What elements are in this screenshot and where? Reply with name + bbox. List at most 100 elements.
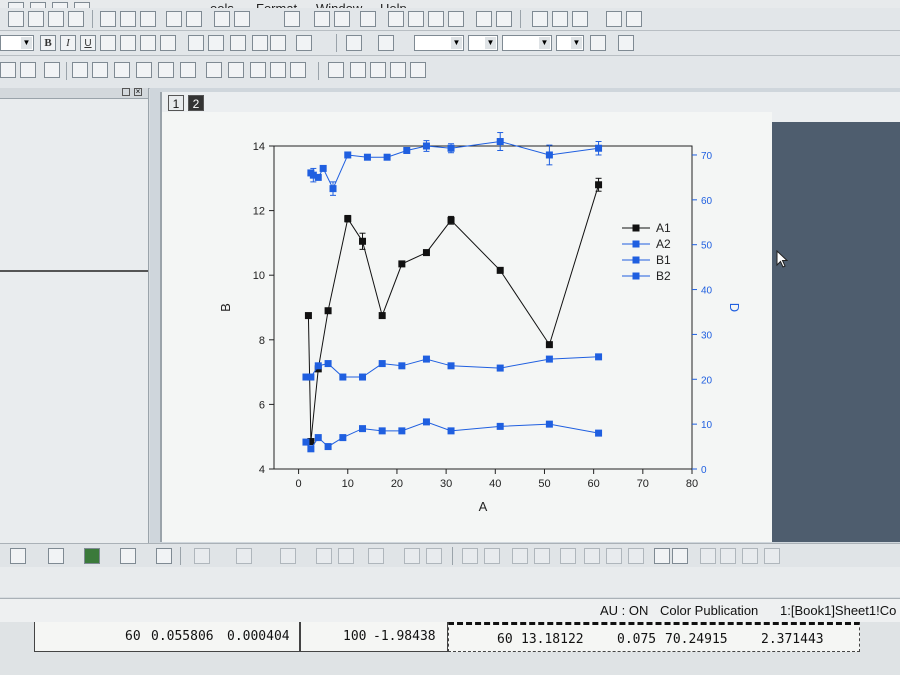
paste-icon[interactable] xyxy=(572,11,588,27)
plot-3d-icon[interactable] xyxy=(194,548,210,564)
table-view-icon[interactable] xyxy=(206,62,222,78)
symbol-size-combo[interactable]: ▼ xyxy=(556,35,584,51)
import-icon[interactable] xyxy=(120,11,136,27)
bold-button[interactable]: B xyxy=(40,35,56,51)
grid-view-icon[interactable] xyxy=(250,62,266,78)
plot-contour-icon[interactable] xyxy=(280,548,296,564)
toolbar-separator xyxy=(520,10,521,28)
font-color-icon[interactable] xyxy=(296,35,312,51)
fill-color-icon[interactable] xyxy=(346,35,362,51)
table-icon[interactable] xyxy=(290,62,306,78)
panel-menu-icon[interactable] xyxy=(122,88,130,96)
graph-type-icon[interactable] xyxy=(10,548,26,564)
greek-icon[interactable] xyxy=(160,35,176,51)
zoom-icon[interactable] xyxy=(350,62,366,78)
plot-radar-icon[interactable] xyxy=(584,548,600,564)
export-icon[interactable] xyxy=(214,11,230,27)
duplicate-icon[interactable] xyxy=(314,11,330,27)
subscript-icon[interactable] xyxy=(120,35,136,51)
script-window-icon[interactable] xyxy=(408,11,424,27)
plot-multi-panel-icon[interactable] xyxy=(654,548,670,564)
copy-icon[interactable] xyxy=(552,11,568,27)
add-app-icon[interactable] xyxy=(476,11,492,27)
copy-page-icon[interactable] xyxy=(234,11,250,27)
layer-tab-2[interactable]: 2 xyxy=(188,95,204,111)
decrease-font-icon[interactable] xyxy=(208,35,224,51)
align-center-icon[interactable] xyxy=(252,35,268,51)
excel-icon[interactable] xyxy=(68,11,84,27)
right-align-object-icon[interactable] xyxy=(92,62,108,78)
plot-extract-icon[interactable] xyxy=(700,548,716,564)
plot-layer-icon[interactable] xyxy=(720,548,736,564)
supersubscript-icon[interactable] xyxy=(140,35,156,51)
results-log-icon[interactable] xyxy=(388,11,404,27)
import-multiple-icon[interactable] xyxy=(140,11,156,27)
plot-bar-icon[interactable] xyxy=(48,548,64,564)
plot-stats-icon[interactable] xyxy=(484,548,500,564)
increase-font-icon[interactable] xyxy=(188,35,204,51)
plot-rescale-icon[interactable] xyxy=(742,548,758,564)
plot-arrange-icon[interactable] xyxy=(764,548,780,564)
plot-ternary-icon[interactable] xyxy=(368,548,384,564)
plot-matrix-icon[interactable] xyxy=(462,548,478,564)
fill-pattern-icon[interactable] xyxy=(590,35,606,51)
align-right-icon[interactable] xyxy=(270,35,286,51)
plot-box-icon[interactable] xyxy=(512,548,528,564)
column-icon[interactable] xyxy=(44,62,60,78)
vertical-center-icon[interactable] xyxy=(158,62,174,78)
plot-merge-icon[interactable] xyxy=(672,548,688,564)
print-icon[interactable] xyxy=(284,11,300,27)
data-reader-icon[interactable] xyxy=(390,62,406,78)
command-window-icon[interactable] xyxy=(428,11,444,27)
code-builder-icon[interactable] xyxy=(448,11,464,27)
save-template-icon[interactable] xyxy=(186,11,202,27)
plot-polar-icon[interactable] xyxy=(120,548,136,564)
plot-image-icon[interactable] xyxy=(338,548,354,564)
left-align-object-icon[interactable] xyxy=(72,62,88,78)
plot-waterfall-icon[interactable] xyxy=(316,548,332,564)
clock-icon[interactable] xyxy=(270,62,286,78)
plot-histogram-icon[interactable] xyxy=(534,548,550,564)
superscript-icon[interactable] xyxy=(100,35,116,51)
underline-button[interactable]: U xyxy=(80,35,96,51)
pointer-icon[interactable] xyxy=(328,62,344,78)
open-icon[interactable] xyxy=(28,11,44,27)
line-width-combo[interactable]: ▼ xyxy=(468,35,498,51)
worksheet-view-icon[interactable] xyxy=(0,62,16,78)
new-icon[interactable] xyxy=(8,11,24,27)
layer-manager-icon[interactable] xyxy=(228,62,244,78)
save-icon[interactable] xyxy=(166,11,182,27)
plot-pie-icon[interactable] xyxy=(560,548,576,564)
plot-surface-icon[interactable] xyxy=(236,548,252,564)
font-size-combo[interactable]: ▼ xyxy=(0,35,34,51)
line-style-combo[interactable]: ▼ xyxy=(414,35,464,51)
screen-reader-icon[interactable] xyxy=(370,62,386,78)
plot-area-icon[interactable] xyxy=(84,548,100,564)
pattern-combo[interactable]: ▼ xyxy=(502,35,552,51)
grid-icon[interactable] xyxy=(626,11,642,27)
template-library-icon[interactable] xyxy=(156,548,172,564)
plot-polar2-icon[interactable] xyxy=(606,548,622,564)
top-align-object-icon[interactable] xyxy=(114,62,130,78)
sheet-list-icon[interactable] xyxy=(20,62,36,78)
bottom-align-object-icon[interactable] xyxy=(136,62,152,78)
annotation-icon[interactable] xyxy=(410,62,426,78)
border-icon[interactable] xyxy=(618,35,634,51)
apps-gallery-icon[interactable] xyxy=(496,11,512,27)
x-tick-label: 50 xyxy=(538,478,550,490)
cut-icon[interactable] xyxy=(532,11,548,27)
close-icon[interactable]: × xyxy=(134,88,142,96)
open-folder-icon[interactable] xyxy=(100,11,116,27)
line-color-icon[interactable] xyxy=(378,35,394,51)
plot-smith-icon[interactable] xyxy=(628,548,644,564)
refresh-icon[interactable] xyxy=(334,11,350,27)
plot-stock-icon[interactable] xyxy=(426,548,442,564)
layer-icon[interactable] xyxy=(606,11,622,27)
align-left-icon[interactable] xyxy=(230,35,246,51)
plot-vector-icon[interactable] xyxy=(404,548,420,564)
italic-button[interactable]: I xyxy=(60,35,76,51)
template-icon[interactable] xyxy=(48,11,64,27)
project-explorer-icon[interactable] xyxy=(360,11,376,27)
horizontal-center-icon[interactable] xyxy=(180,62,196,78)
layer-tab-1[interactable]: 1 xyxy=(168,95,184,111)
